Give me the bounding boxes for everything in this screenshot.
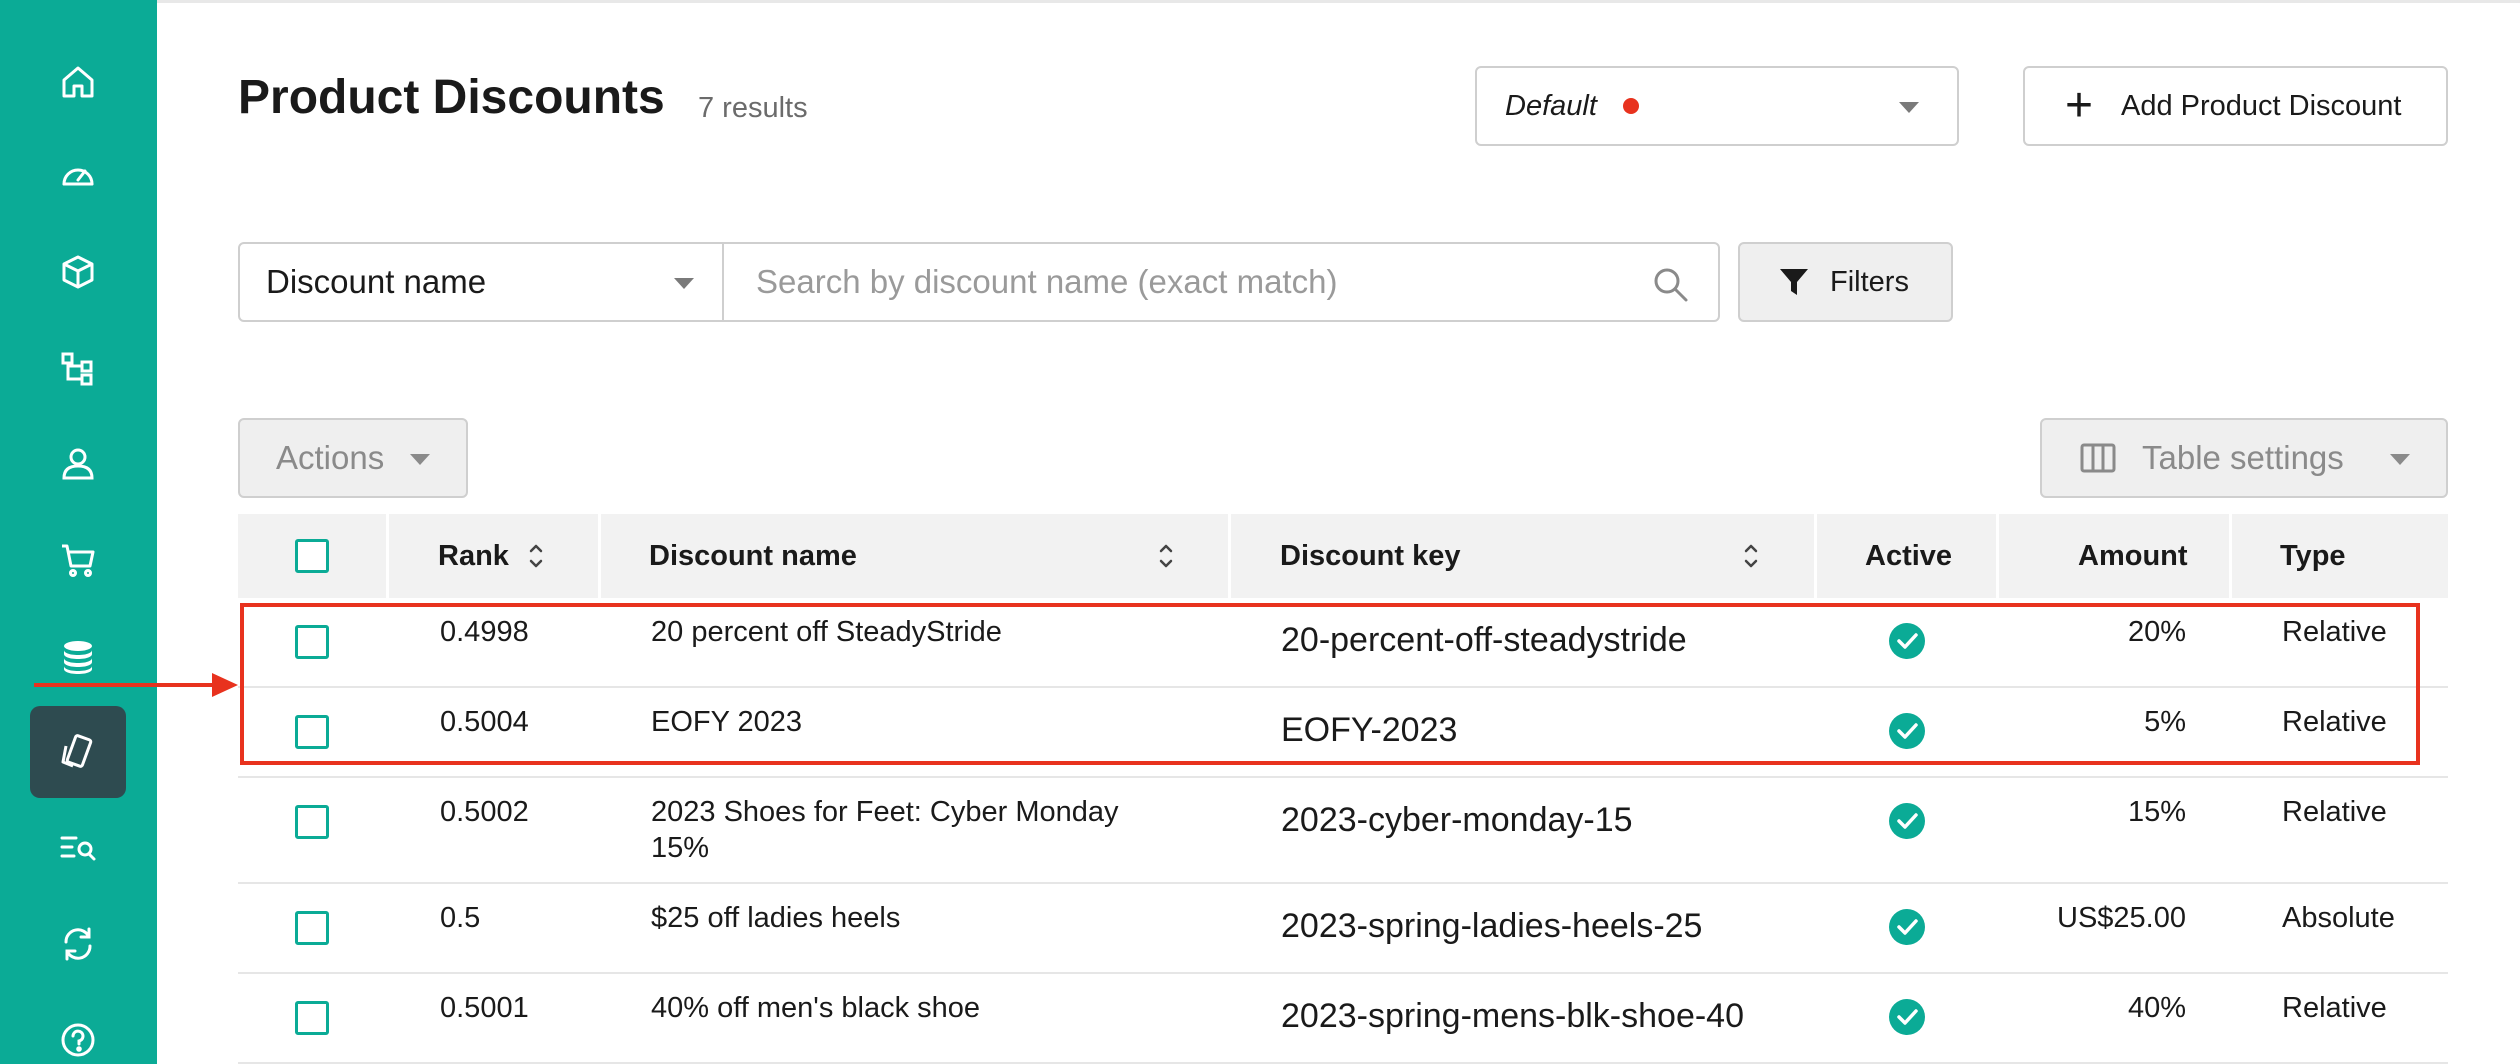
chevron-down-icon (410, 454, 430, 465)
rank-cell: 0.5002 (440, 796, 529, 828)
nav-sync[interactable] (30, 898, 126, 990)
nav-orders[interactable] (30, 514, 126, 606)
help-icon (61, 1023, 95, 1057)
chevron-down-icon (674, 278, 694, 289)
type-cell: Absolute (2282, 902, 2395, 934)
amount-cell: 40% (2127, 992, 2186, 1024)
nav-customers[interactable] (30, 418, 126, 510)
row-checkbox[interactable] (295, 805, 329, 839)
search-field-value: Discount name (266, 263, 487, 300)
nav-help[interactable] (30, 994, 126, 1064)
discount-key-cell: 2023-cyber-monday-15 (1281, 801, 1633, 839)
column-divider (598, 514, 601, 598)
customers-icon (62, 448, 94, 480)
columns-icon (2080, 443, 2116, 473)
type-cell: Relative (2282, 796, 2387, 828)
table-row[interactable]: 0.5001 40% off men's black shoe 2023-spr… (238, 976, 2448, 1064)
row-checkbox[interactable] (295, 1001, 329, 1035)
discounts-icon (61, 734, 93, 768)
chevron-down-icon (1899, 102, 1919, 113)
sort-icon[interactable] (528, 541, 544, 571)
search-icon[interactable] (1650, 264, 1690, 304)
active-check-icon (1889, 803, 1925, 839)
column-divider (386, 514, 389, 598)
active-check-icon (1889, 909, 1925, 945)
discount-key-cell: 2023-spring-mens-blk-shoe-40 (1281, 997, 1745, 1035)
categories-icon (61, 352, 93, 386)
prices-coins-icon (64, 641, 92, 674)
chevron-down-icon (2390, 454, 2410, 465)
type-cell: Relative (2282, 992, 2387, 1024)
actions-label: Actions (276, 439, 385, 476)
nav-search-list[interactable] (30, 802, 126, 894)
column-divider (2229, 514, 2232, 598)
sync-icon (64, 927, 92, 961)
add-product-discount-label: Add Product Discount (2121, 89, 2402, 122)
column-header-discount-name[interactable]: Discount name (649, 514, 857, 598)
annotation-arrow-line (34, 683, 214, 687)
column-divider (1228, 514, 1231, 598)
column-header-type: Type (2280, 539, 2346, 572)
search-input[interactable] (756, 263, 1616, 301)
plus-icon: + (2064, 79, 2094, 132)
search-field-select[interactable]: Discount name (238, 242, 724, 322)
orders-cart-icon (62, 544, 95, 577)
column-header-amount: Amount (2078, 539, 2188, 572)
rank-cell: 0.5 (440, 902, 481, 934)
add-product-discount-button[interactable]: + Add Product Discount (2023, 66, 2448, 146)
highlight-box (240, 603, 2420, 765)
nav-categories[interactable] (30, 322, 126, 414)
actions-dropdown[interactable]: Actions (238, 418, 468, 498)
home-icon (62, 66, 94, 98)
select-all-checkbox[interactable] (295, 539, 329, 573)
dashboard-icon (62, 168, 94, 186)
search-box (722, 242, 1720, 322)
table-header: Rank Discount name Discount key Active A… (238, 514, 2448, 598)
nav-home[interactable] (30, 36, 126, 128)
sort-icon[interactable] (1743, 541, 1759, 571)
products-cube-icon (62, 255, 94, 289)
column-header-rank[interactable]: Rank (438, 514, 509, 598)
page-title: Product Discounts (238, 71, 665, 124)
amount-cell: 15% (2127, 796, 2186, 828)
active-check-icon (1889, 999, 1925, 1035)
nav-dashboard[interactable] (30, 130, 126, 222)
store-select-value: Default (1505, 89, 1597, 122)
rank-cell: 0.5001 (440, 992, 529, 1024)
column-divider (1996, 514, 1999, 598)
table-row[interactable]: 0.5002 2023 Shoes for Feet: Cyber Monday… (238, 780, 2448, 884)
result-count: 7 results (698, 92, 808, 124)
sidebar (0, 0, 157, 1064)
discount-name-cell-line2[interactable]: 15% (651, 830, 709, 866)
nav-discounts[interactable] (30, 706, 126, 798)
table-settings-label: Table settings (2142, 439, 2344, 476)
store-select[interactable]: Default (1475, 66, 1959, 146)
amount-cell: US$25.00 (2057, 902, 2186, 934)
filter-funnel-icon (1780, 269, 1808, 295)
column-header-active: Active (1865, 539, 1953, 572)
discount-name-cell[interactable]: 40% off men's black shoe (651, 990, 980, 1026)
table-settings-dropdown[interactable]: Table settings (2040, 418, 2448, 498)
column-header-discount-key[interactable]: Discount key (1280, 514, 1461, 598)
nav-prices[interactable] (30, 610, 126, 702)
sort-icon[interactable] (1158, 541, 1174, 571)
filters-button[interactable]: Filters (1738, 242, 1953, 322)
column-divider (1814, 514, 1817, 598)
table-row[interactable]: 0.5 $25 off ladies heels 2023-spring-lad… (238, 886, 2448, 974)
discount-name-cell[interactable]: $25 off ladies heels (651, 900, 900, 936)
search-list-icon (60, 836, 96, 861)
filters-label: Filters (1830, 265, 1909, 298)
discount-key-cell: 2023-spring-ladies-heels-25 (1281, 907, 1703, 945)
status-dot-icon (1622, 98, 1639, 114)
top-border (157, 0, 2520, 3)
annotation-arrow-icon (212, 673, 238, 697)
nav-products[interactable] (30, 226, 126, 318)
row-checkbox[interactable] (295, 911, 329, 945)
discount-name-cell-line1[interactable]: 2023 Shoes for Feet: Cyber Monday (651, 794, 1118, 830)
